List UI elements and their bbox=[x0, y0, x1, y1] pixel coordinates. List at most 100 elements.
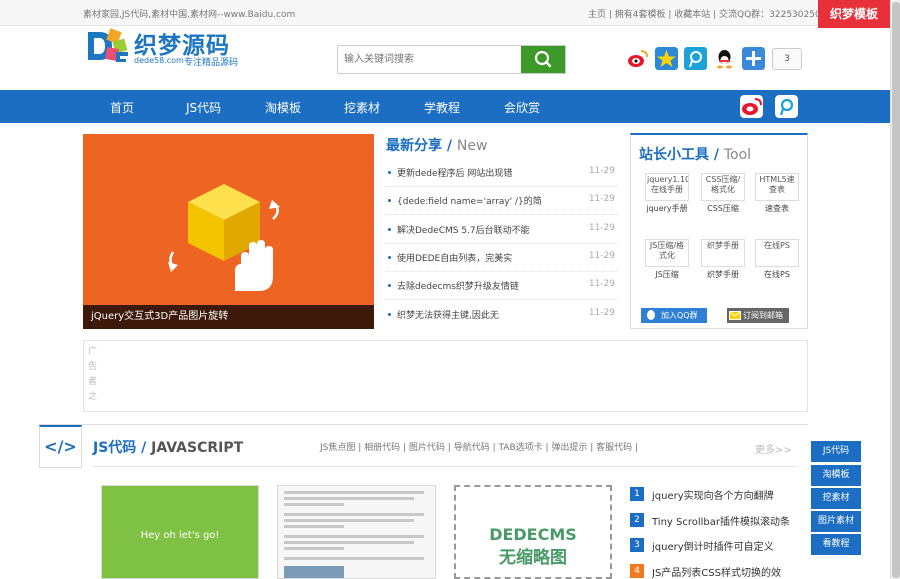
nav-item-materials[interactable]: 挖素材 bbox=[344, 99, 380, 116]
list-item[interactable]: 3 jquery倒计时插件可自定义 bbox=[630, 537, 800, 553]
news-item-text[interactable]: 织梦无法获得主键,因此无 bbox=[397, 308, 577, 321]
side-cat-materials[interactable]: 挖素材 bbox=[811, 488, 861, 509]
tencent-weibo-icon[interactable] bbox=[684, 47, 707, 70]
page-scrollbar[interactable] bbox=[890, 0, 900, 579]
tag-link[interactable]: 弹出提示 bbox=[551, 443, 587, 453]
text-line bbox=[284, 513, 424, 516]
news-item-date: 11-29 bbox=[588, 223, 615, 233]
tools-title: 站长小工具 / Tool bbox=[639, 147, 752, 163]
more-link[interactable]: 更多>> bbox=[755, 441, 792, 456]
nav-item-showcase[interactable]: 会欣赏 bbox=[504, 99, 540, 116]
subscribe-email-label[interactable]: 订阅到邮箱 bbox=[743, 311, 783, 320]
share-count: 3 bbox=[772, 48, 802, 70]
side-cat-js[interactable]: JS代码 bbox=[811, 441, 861, 462]
bullet bbox=[388, 171, 391, 174]
news-item-text[interactable]: {dede:field name='array' /}的简 bbox=[397, 194, 577, 207]
search-input[interactable] bbox=[338, 46, 522, 73]
side-cat-tutorials[interactable]: 看教程 bbox=[811, 534, 861, 555]
banner-caption[interactable]: jQuery交互式3D产品图片旋转 bbox=[83, 305, 374, 329]
tool-thumb[interactable]: JS压缩/格式化 bbox=[645, 239, 689, 267]
text-line bbox=[284, 535, 424, 538]
text-line bbox=[284, 491, 424, 494]
placeholder-subtitle: 无缩略图 bbox=[499, 548, 567, 568]
3d-box-illustration bbox=[168, 184, 280, 291]
top-links[interactable]: 主页 | 拥有4套模板 | 收藏本站 | 交流QQ群：322530250 bbox=[588, 7, 821, 20]
tool-thumb[interactable]: CSS压缩/格式化 bbox=[701, 173, 745, 201]
news-item-text[interactable]: 更新dede程序后 网站出现错 bbox=[397, 166, 577, 179]
tool-css-compress[interactable]: CSS压缩/格式化 CSS压缩 bbox=[699, 173, 747, 214]
weibo-icon[interactable] bbox=[740, 95, 763, 118]
subscribe-email-button[interactable]: 订阅到邮箱 bbox=[727, 308, 789, 323]
news-item[interactable]: 去除dedecms织梦升级友情链 11-29 bbox=[385, 272, 617, 300]
list-item[interactable]: 1 jquery实现向各个方向翻牌 bbox=[630, 486, 800, 502]
tool-name[interactable]: jquery手册 bbox=[643, 203, 691, 214]
news-item[interactable]: {dede:field name='array' /}的简 11-29 bbox=[385, 187, 617, 215]
list-item[interactable]: 4 JS产品列表CSS样式切换的效 bbox=[630, 563, 800, 579]
side-cat-images[interactable]: 图片素材 bbox=[811, 511, 861, 532]
featured-banner[interactable]: jQuery交互式3D产品图片旋转 bbox=[83, 134, 374, 329]
site-logo[interactable]: 织梦源码 dede58.com 专注精品源码 bbox=[86, 26, 246, 68]
list-item[interactable]: 2 Tiny Scrollbar插件模拟滚动条 bbox=[630, 512, 800, 528]
qq-icon[interactable] bbox=[713, 47, 736, 70]
item-thumbnail[interactable] bbox=[277, 485, 436, 579]
tool-thumb[interactable]: jquery1.10.3在线手册 bbox=[645, 173, 689, 201]
tag-link[interactable]: JS焦点图 bbox=[320, 443, 355, 453]
tag-link[interactable]: 图片代码 bbox=[409, 443, 445, 453]
tool-name[interactable]: JS压缩 bbox=[643, 269, 691, 280]
tool-name[interactable]: 织梦手册 bbox=[699, 269, 747, 280]
news-item-date: 11-29 bbox=[588, 251, 615, 261]
tool-name[interactable]: 在线PS bbox=[753, 269, 801, 280]
join-qq-group-label[interactable]: 加入QQ群 bbox=[661, 311, 698, 320]
tool-dede-manual[interactable]: 织梦手册 织梦手册 bbox=[699, 239, 747, 280]
more-share-icon[interactable] bbox=[742, 47, 765, 70]
list-item-text[interactable]: JS产品列表CSS样式切换的效 bbox=[652, 564, 800, 579]
tool-js-compress[interactable]: JS压缩/格式化 JS压缩 bbox=[643, 239, 691, 280]
news-item-text[interactable]: 去除dedecms织梦升级友情链 bbox=[397, 279, 577, 292]
news-item[interactable]: 使用DEDE自由列表，完美实 11-29 bbox=[385, 244, 617, 272]
news-item-text[interactable]: 解决DedeCMS 5.7后台联动不能 bbox=[397, 223, 577, 236]
tool-name[interactable]: CSS压缩 bbox=[699, 203, 747, 214]
mail-icon bbox=[729, 311, 741, 320]
tool-online-ps[interactable]: 在线PS 在线PS bbox=[753, 239, 801, 280]
text-line bbox=[284, 497, 414, 500]
nav-item-templates[interactable]: 淘模板 bbox=[265, 99, 301, 116]
search-button[interactable] bbox=[521, 46, 565, 73]
tool-thumb[interactable]: 在线PS bbox=[755, 239, 799, 267]
nav-item-home[interactable]: 首页 bbox=[110, 99, 134, 116]
tool-name[interactable]: 速查表 bbox=[753, 203, 801, 214]
list-item-text[interactable]: Tiny Scrollbar插件模拟滚动条 bbox=[652, 513, 800, 528]
qzone-icon[interactable] bbox=[655, 47, 678, 70]
news-item[interactable]: 织梦无法获得主键,因此无 11-29 bbox=[385, 301, 617, 329]
tool-html5-cheatsheet[interactable]: HTML5速查表速查表 bbox=[753, 173, 801, 214]
tool-thumb[interactable]: 织梦手册 bbox=[701, 239, 745, 267]
text-line bbox=[284, 547, 344, 550]
list-item-text[interactable]: jquery倒计时插件可自定义 bbox=[652, 538, 800, 553]
news-item[interactable]: 解决DedeCMS 5.7后台联动不能 11-29 bbox=[385, 216, 617, 244]
nav-item-tutorials[interactable]: 学教程 bbox=[424, 99, 460, 116]
scrollbar-thumb[interactable] bbox=[892, 2, 900, 578]
item-thumbnail[interactable]: Hey oh let's go! bbox=[101, 485, 259, 579]
tag-link[interactable]: TAB选项卡 bbox=[498, 443, 542, 453]
logo-mark-icon bbox=[88, 28, 128, 62]
join-qq-group-button[interactable]: 加入QQ群 bbox=[641, 308, 707, 323]
search-icon bbox=[534, 50, 552, 68]
search-box bbox=[337, 45, 566, 74]
weibo-icon[interactable] bbox=[626, 47, 649, 70]
tencent-weibo-icon[interactable] bbox=[775, 95, 798, 118]
template-badge[interactable]: 织梦模板 bbox=[818, 0, 890, 28]
thumbnail-label: Hey oh let's go! bbox=[140, 530, 220, 541]
rank-badge: 3 bbox=[630, 538, 644, 552]
tool-thumb[interactable]: HTML5速查表 bbox=[755, 173, 799, 201]
item-thumbnail[interactable]: DEDECMS 无缩略图 bbox=[454, 485, 612, 579]
section-title[interactable]: JS代码 / JAVASCRIPT bbox=[93, 437, 243, 457]
tag-link[interactable]: 导航代码 bbox=[454, 443, 490, 453]
tag-link[interactable]: 相册代码 bbox=[364, 443, 400, 453]
news-item[interactable]: 更新dede程序后 网站出现错 11-29 bbox=[385, 159, 617, 187]
nav-item-js[interactable]: JS代码 bbox=[186, 99, 221, 116]
tag-link[interactable]: 客服代码 bbox=[596, 443, 632, 453]
side-cat-templates[interactable]: 淘模板 bbox=[811, 465, 861, 486]
news-item-text[interactable]: 使用DEDE自由列表，完美实 bbox=[397, 251, 577, 264]
tool-jquery-manual[interactable]: jquery1.10.3在线手册 jquery手册 bbox=[643, 173, 691, 214]
list-item-text[interactable]: jquery实现向各个方向翻牌 bbox=[652, 487, 800, 502]
logo-domain-text: dede58.com bbox=[134, 56, 184, 65]
